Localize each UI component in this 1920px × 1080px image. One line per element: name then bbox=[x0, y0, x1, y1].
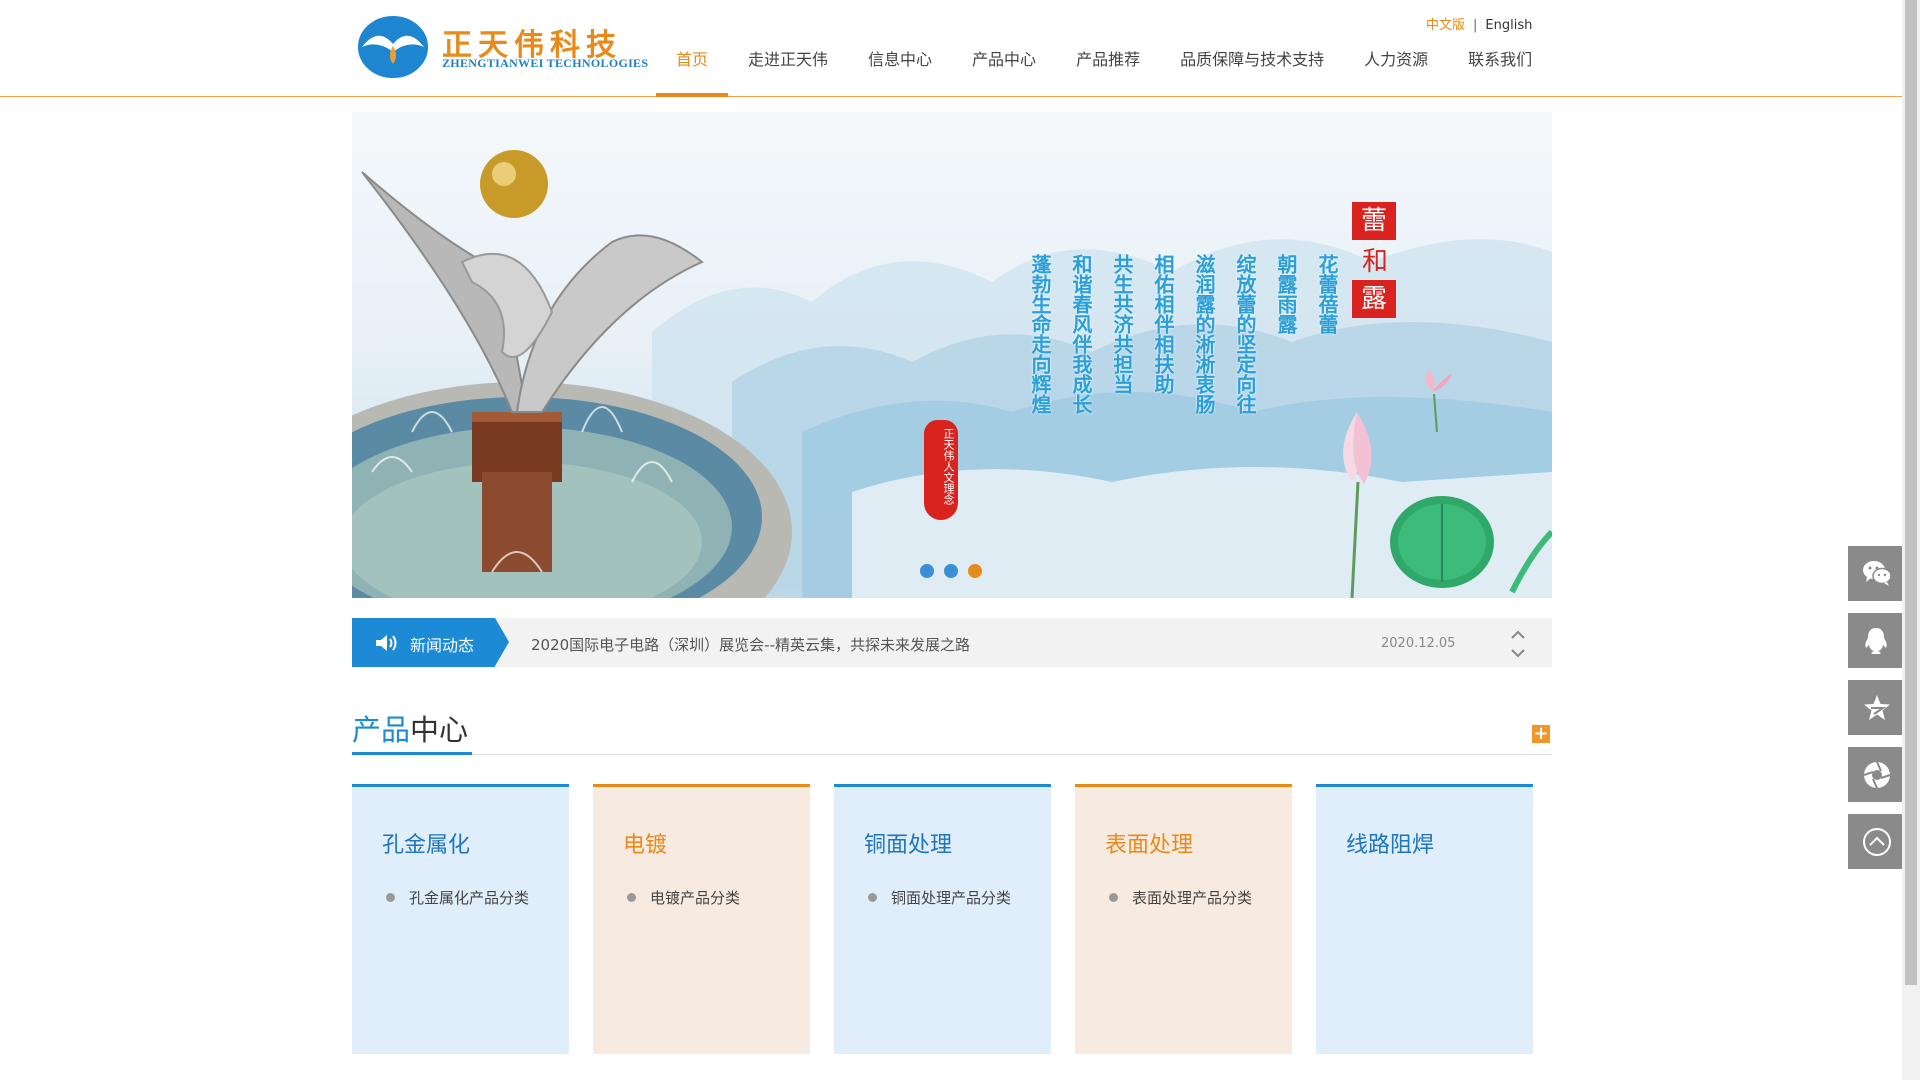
speaker-icon bbox=[376, 635, 397, 651]
product-card-title: 铜面处理 bbox=[864, 833, 953, 858]
language-switcher: 中文版 | English bbox=[1426, 14, 1532, 33]
product-card[interactable]: 铜面处理 铜面处理产品分类 bbox=[834, 784, 1051, 1054]
nav-about[interactable]: 走进正天伟 bbox=[728, 42, 848, 96]
product-card-category-link[interactable]: 电镀产品分类 bbox=[627, 887, 740, 908]
poem-title-char: 和 bbox=[1361, 247, 1388, 277]
wechat-icon bbox=[1863, 561, 1892, 586]
product-card-category-link[interactable]: 表面处理产品分类 bbox=[1109, 887, 1252, 908]
section-title: 产品中心 bbox=[352, 707, 468, 749]
product-card-category-link[interactable]: 铜面处理产品分类 bbox=[868, 887, 1011, 908]
news-date: 2020.12.05 bbox=[1381, 636, 1456, 651]
bullet-icon bbox=[386, 893, 395, 902]
poem-line: 花蕾蓓蕾 bbox=[1315, 254, 1339, 334]
more-products-button[interactable]: + bbox=[1532, 725, 1550, 743]
product-card-title: 孔金属化 bbox=[382, 833, 471, 858]
nav-hr[interactable]: 人力资源 bbox=[1344, 42, 1448, 96]
chevron-up-icon bbox=[1511, 630, 1525, 639]
nav-products[interactable]: 产品中心 bbox=[952, 42, 1056, 96]
nav-recommended[interactable]: 产品推荐 bbox=[1056, 42, 1160, 96]
nav-home[interactable]: 首页 bbox=[656, 42, 729, 97]
product-card[interactable]: 表面处理 表面处理产品分类 bbox=[1075, 784, 1292, 1054]
carousel-dot[interactable] bbox=[920, 564, 934, 578]
bullet-icon bbox=[627, 893, 636, 902]
product-card-title: 表面处理 bbox=[1105, 833, 1194, 858]
section-title-rest: 中心 bbox=[410, 713, 469, 747]
poem-line: 滋润露的淅淅衷肠 bbox=[1192, 254, 1216, 414]
aperture-button[interactable] bbox=[1848, 747, 1904, 802]
hero-banner[interactable]: 蕾 和 露 花蕾蓓蕾 朝露雨露 绽放蕾的坚定向往 滋润露的淅淅衷肠 相佑相伴相扶… bbox=[352, 112, 1552, 598]
product-card-title: 线路阻焊 bbox=[1346, 833, 1435, 858]
poem-title: 蕾 和 露 bbox=[1352, 202, 1398, 322]
section-title-highlight: 产品 bbox=[352, 713, 411, 747]
product-card-category-link[interactable]: 孔金属化产品分类 bbox=[386, 887, 529, 908]
carousel-dot-active[interactable] bbox=[968, 564, 982, 578]
main-nav: 首页 走进正天伟 信息中心 产品中心 产品推荐 品质保障与技术支持 人力资源 联… bbox=[656, 42, 1552, 97]
poem-title-char: 蕾 bbox=[1352, 202, 1396, 240]
poem-line: 和谐春风伴我成长 bbox=[1069, 254, 1093, 414]
bullet-icon bbox=[868, 893, 877, 902]
product-card-category-text: 表面处理产品分类 bbox=[1132, 889, 1253, 907]
qq-icon bbox=[1865, 628, 1887, 654]
product-card[interactable]: 线路阻焊 bbox=[1316, 784, 1533, 1054]
product-card-category-text: 铜面处理产品分类 bbox=[891, 889, 1012, 907]
logo-en-text: ZHENGTIANWEI TECHNOLOGIES bbox=[442, 56, 649, 70]
logo-mark-icon bbox=[358, 16, 428, 78]
site-logo[interactable]: 正天伟科技 ZHENGTIANWEI TECHNOLOGIES bbox=[358, 14, 658, 80]
back-to-top-button[interactable] bbox=[1848, 814, 1904, 869]
news-label-text: 新闻动态 bbox=[410, 636, 475, 655]
poem-line: 共生共济共担当 bbox=[1110, 254, 1134, 394]
section-title-underline bbox=[352, 752, 472, 755]
news-headline-link[interactable]: 2020国际电子电路（深圳）展览会--精英云集，共探未来发展之路 bbox=[531, 634, 970, 655]
nav-news-center[interactable]: 信息中心 bbox=[848, 42, 952, 96]
qq-button[interactable] bbox=[1848, 613, 1904, 668]
poem-line: 朝露雨露 bbox=[1274, 254, 1298, 334]
side-toolbar bbox=[1848, 546, 1904, 881]
poem-title-char: 露 bbox=[1352, 280, 1396, 318]
site-header: 正天伟科技 ZHENGTIANWEI TECHNOLOGIES 中文版 | Engl… bbox=[0, 0, 1902, 97]
back-to-top-icon bbox=[1863, 828, 1891, 856]
poem-line: 蓬勃生命走向辉煌 bbox=[1028, 254, 1052, 414]
news-ticker: 新闻动态 2020国际电子电路（深圳）展览会--精英云集，共探未来发展之路 20… bbox=[352, 618, 1552, 667]
poem-line: 绽放蕾的坚定向往 bbox=[1233, 254, 1257, 414]
section-divider bbox=[352, 754, 1552, 755]
favorite-button[interactable] bbox=[1848, 680, 1904, 735]
nav-contact[interactable]: 联系我们 bbox=[1448, 42, 1552, 96]
wechat-button[interactable] bbox=[1848, 546, 1904, 601]
banner-artwork bbox=[352, 150, 1552, 598]
lang-english-link[interactable]: English bbox=[1485, 18, 1532, 33]
lang-chinese-link[interactable]: 中文版 bbox=[1426, 18, 1465, 33]
product-card[interactable]: 电镀 电镀产品分类 bbox=[593, 784, 810, 1054]
aperture-icon bbox=[1863, 761, 1891, 789]
product-card-category-text: 孔金属化产品分类 bbox=[409, 889, 530, 907]
news-scroll-arrows bbox=[1511, 630, 1525, 658]
lang-separator: | bbox=[1473, 18, 1478, 33]
seal-stamp: 正天伟人文理念 bbox=[924, 420, 958, 520]
nav-quality-support[interactable]: 品质保障与技术支持 bbox=[1160, 42, 1344, 96]
page-scrollbar[interactable] bbox=[1902, 0, 1920, 1080]
product-card-category-text: 电镀产品分类 bbox=[650, 889, 741, 907]
scrollbar-thumb[interactable] bbox=[1905, 0, 1917, 985]
carousel-dot[interactable] bbox=[944, 564, 958, 578]
product-card[interactable]: 孔金属化 孔金属化产品分类 bbox=[352, 784, 569, 1054]
bullet-icon bbox=[1109, 893, 1118, 902]
chevron-down-icon bbox=[1511, 649, 1525, 658]
carousel-dots bbox=[920, 564, 982, 578]
product-card-title: 电镀 bbox=[623, 833, 668, 858]
news-label: 新闻动态 bbox=[352, 618, 509, 667]
favorite-icon bbox=[1864, 695, 1890, 720]
poem-line: 相佑相伴相扶助 bbox=[1151, 254, 1175, 394]
